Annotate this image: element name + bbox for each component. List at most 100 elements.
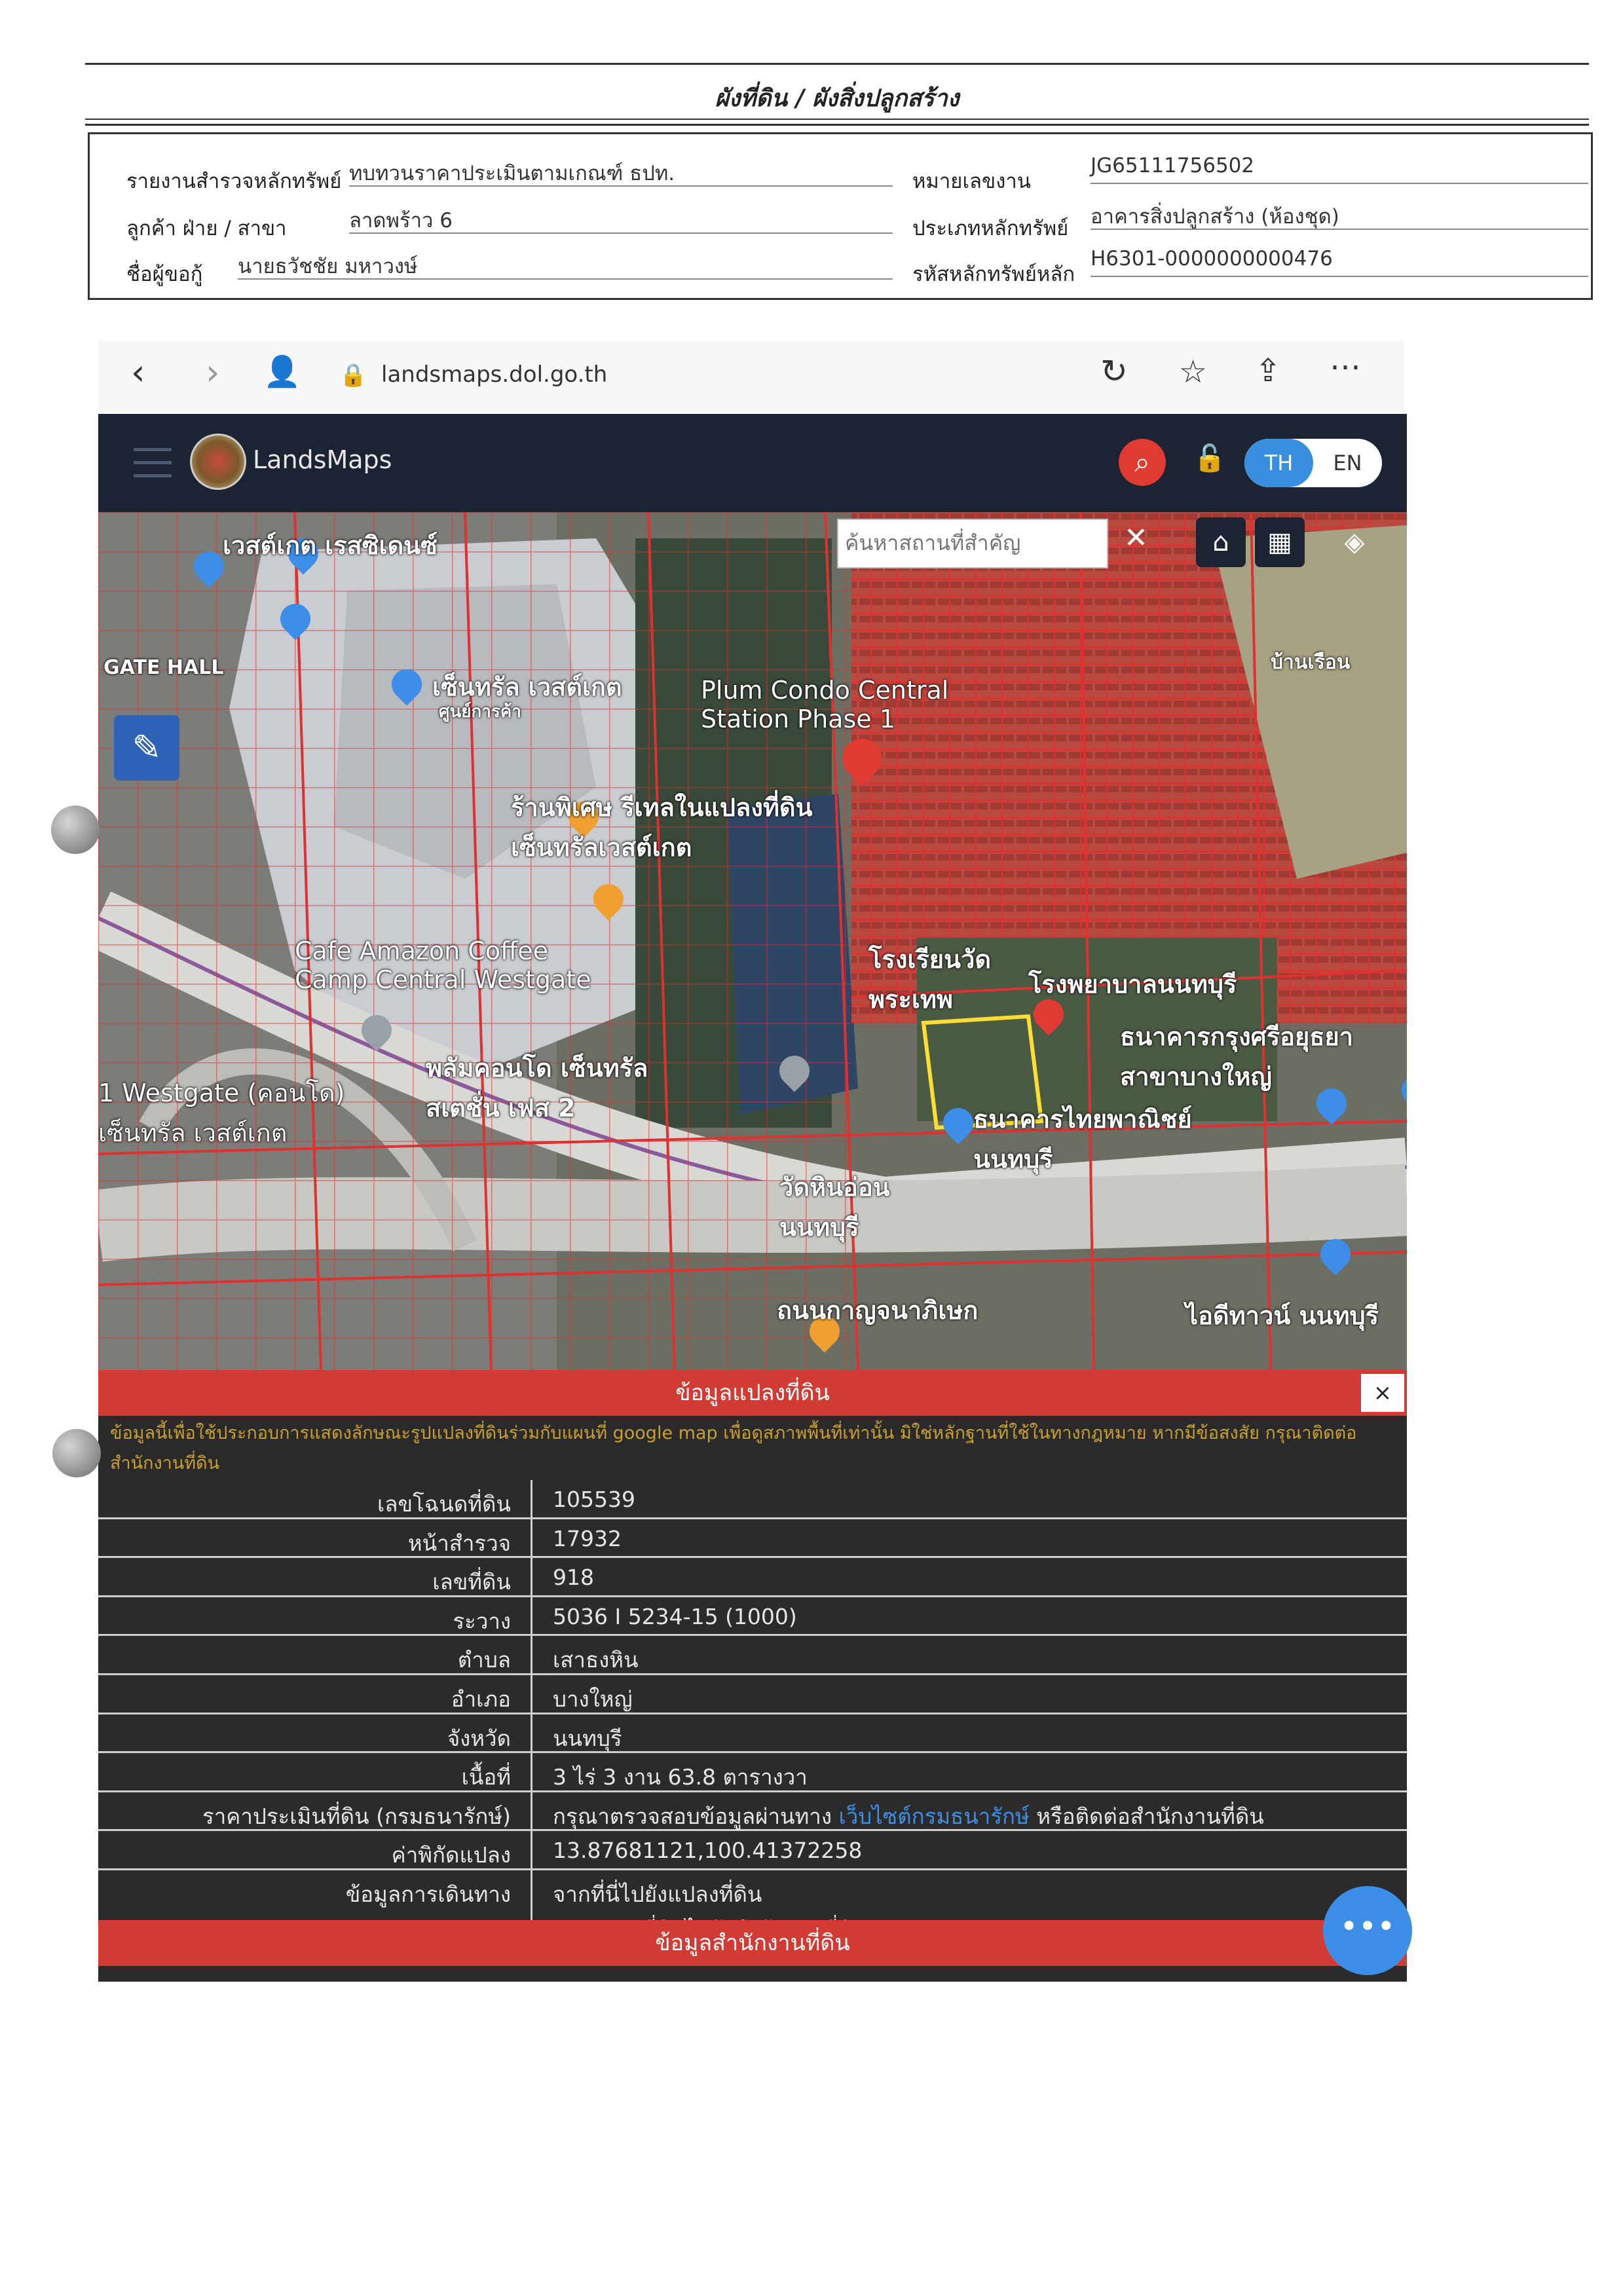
address-bar[interactable]: landsmaps.dol.go.th <box>381 361 607 388</box>
share-icon[interactable]: ⇪ <box>1255 355 1281 386</box>
grid-icon[interactable]: ▦ <box>1255 517 1305 567</box>
report-title: ผังที่ดิน / ผังสิ่งปลูกสร้าง <box>715 84 960 112</box>
asset-code-value: H6301-0000000000476 <box>1091 247 1588 277</box>
table-row: เลขที่ดิน 918 <box>98 1558 1407 1597</box>
row-value: 105539 <box>553 1487 635 1512</box>
parcel-info-title: ข้อมูลแปลงที่ดิน <box>675 1380 830 1406</box>
report-title-bar: ผังที่ดิน / ผังสิ่งปลูกสร้าง <box>85 63 1589 126</box>
job-number-value: JG65111756502 <box>1091 154 1588 184</box>
row-label: ระวาง <box>453 1608 511 1634</box>
survey-value: ทบทวนราคาประเมินตามเกณฑ์ ธปท. <box>349 157 893 187</box>
survey-label: รายงานสำรวจหลักทรัพย์ <box>126 170 342 193</box>
star-list-icon[interactable]: ☆ <box>1179 356 1207 388</box>
map-label: Cafe Amazon Coffee Camp Central Westgate <box>295 936 591 994</box>
map-label: เวสต์เกต เรสซิเดนซ์ <box>223 531 438 560</box>
map-label: วัดหินอ่อน นนทบุรี <box>779 1173 890 1242</box>
clear-search-icon[interactable]: ✕ <box>1124 521 1148 555</box>
table-row: อำเภอ บางใหญ่ <box>98 1675 1407 1714</box>
browser-toolbar: ‹ › 👤 🔒 landsmaps.dol.go.th ↻ ☆ ⇪ ⋯ <box>98 341 1404 413</box>
landsmaps-app: LandsMaps ⌕ 🔓 TH EN ค้นหาสถานที่สำคัญ ✕ … <box>98 414 1412 1999</box>
row-label: ข้อมูลการเดินทาง <box>345 1881 511 1907</box>
branch-label: ลูกค้า ฝ่าย / สาขา <box>126 217 287 240</box>
punch-hole <box>51 805 100 854</box>
satellite-map[interactable]: ✕ ⌂ ▦ ◈ ✎ เวสต์เกต เรสซิเดนซ์ GATE HALL … <box>98 512 1407 1370</box>
more-options-button[interactable]: ••• <box>1323 1886 1412 1975</box>
row-value: 3 ไร่ 3 งาน 63.8 ตารางวา <box>553 1764 808 1790</box>
asset-type-value: อาคารสิ่งปลูกสร้าง (ห้องชุด) <box>1091 200 1588 230</box>
row-value: นนทบุรี <box>553 1725 622 1751</box>
disclaimer-text: ข้อมูลนี้เพื่อใช้ประกอบการแสดงลักษณะรูปแ… <box>98 1416 1407 1480</box>
map-label: ร้านพิเศษ รีเทลในแปลงที่ดิน เซ็นทรัลเวสต… <box>511 793 813 862</box>
measure-tool-icon[interactable]: ✎ <box>114 715 179 781</box>
report-info-box: รายงานสำรวจหลักทรัพย์ ทบทวนราคาประเมินตา… <box>88 132 1593 300</box>
map-search-input[interactable] <box>844 520 1102 566</box>
reload-icon[interactable]: ↻ <box>1100 355 1128 388</box>
map-label: ศูนย์การค้า <box>439 702 521 722</box>
chevron-right-icon[interactable]: › <box>206 355 220 390</box>
row-label: ค่าพิกัดแปลง <box>391 1842 511 1868</box>
more-horizontal-icon[interactable]: ⋯ <box>1330 351 1361 382</box>
job-number-label: หมายเลขงาน <box>912 170 1031 193</box>
row-value: 17932 <box>553 1525 622 1551</box>
app-navbar: LandsMaps ⌕ 🔓 TH EN <box>98 414 1407 512</box>
table-row: หน้าสำรวจ 17932 <box>98 1519 1407 1559</box>
asset-type-label: ประเภทหลักทรัพย์ <box>912 217 1069 240</box>
map-label: Plum Condo Central Station Phase 1 <box>701 676 949 733</box>
lock-icon[interactable]: 🔓 <box>1193 443 1226 473</box>
row-label: เนื้อที่ <box>461 1764 511 1790</box>
punch-hole <box>52 1429 101 1477</box>
table-row: เลขโฉนดที่ดิน 105539 <box>98 1480 1407 1519</box>
map-label: โรงพยาบาลนนทบุรี <box>1028 970 1237 999</box>
row-label: ตำบล <box>457 1647 511 1673</box>
row-value: เสาธงหิน <box>553 1647 639 1673</box>
land-office-title: ข้อมูลสำนักงานที่ดิน <box>655 1930 850 1956</box>
row-value-text: หรือติดต่อสำนักงานที่ดิน <box>1029 1803 1264 1829</box>
table-row: เนื้อที่ 3 ไร่ 3 งาน 63.8 ตารางวา <box>98 1753 1407 1792</box>
map-label: ธนาคารกรุงศรีอยุธยา สาขาบางใหญ่ <box>1120 1022 1354 1091</box>
table-row: ระวาง 5036 I 5234-15 (1000) <box>98 1597 1407 1637</box>
person-icon[interactable]: 👤 <box>263 356 301 386</box>
title-divider <box>85 119 1589 120</box>
treasury-website-link[interactable]: เว็บไซต์กรมธนารักษ์ <box>838 1804 1029 1829</box>
row-label: เลขที่ดิน <box>432 1569 511 1595</box>
lock-site-icon: 🔒 <box>339 362 367 388</box>
map-label: ถนนกาญจนาภิเษก <box>777 1296 979 1325</box>
row-label: อำเภอ <box>451 1686 511 1712</box>
layers-icon[interactable]: ◈ <box>1330 517 1379 567</box>
table-row: ค่าพิกัดแปลง 13.87681121,100.41372258 <box>98 1831 1407 1870</box>
coordinates-link[interactable]: 13.87681121,100.41372258 <box>553 1838 862 1863</box>
chevron-left-icon[interactable]: ‹ <box>131 355 145 390</box>
map-label: พลัมคอนโด เซ็นทรัล สเตชั่น เฟส 2 <box>426 1054 648 1122</box>
table-row: จังหวัด นนทบุรี <box>98 1714 1407 1754</box>
parcel-info-header: ข้อมูลแปลงที่ดิน × <box>98 1370 1407 1416</box>
table-row: ราคาประเมินที่ดิน (กรมธนารักษ์) กรุณาตรว… <box>98 1792 1407 1832</box>
row-value: กรุณาตรวจสอบข้อมูลผ่านทาง เว็บไซต์กรมธนา… <box>553 1799 1264 1834</box>
close-icon[interactable]: × <box>1361 1374 1404 1412</box>
lang-en-button[interactable]: EN <box>1313 439 1382 487</box>
map-label: GATE HALL <box>103 656 224 679</box>
search-icon[interactable]: ⌕ <box>1119 439 1166 486</box>
map-search-field[interactable] <box>837 519 1108 568</box>
map-label: ธนาคารไทยพาณิชย์ นนทบุรี <box>973 1105 1192 1174</box>
map-label: ไอดีทาวน์ นนทบุรี <box>1185 1301 1379 1330</box>
parcel-info-table: เลขโฉนดที่ดิน 105539 หน้าสำรวจ 17932 เลขที… <box>98 1480 1407 1946</box>
row-value: 5036 I 5234-15 (1000) <box>553 1603 797 1629</box>
row-value: บางใหญ่ <box>553 1686 633 1712</box>
home-icon[interactable]: ⌂ <box>1196 517 1246 567</box>
borrower-value: นายธวัชชัย มหาวงษ์ <box>238 250 893 280</box>
dol-logo <box>190 434 246 490</box>
row-label: จังหวัด <box>447 1725 511 1751</box>
map-label: บ้านเรือน <box>1271 651 1351 674</box>
directions-to-parcel-link[interactable]: จากที่นี่ไปยังแปลงที่ดิน <box>553 1877 762 1912</box>
row-label: หน้าสำรวจ <box>407 1530 511 1556</box>
row-label: เลขโฉนดที่ดิน <box>377 1491 511 1517</box>
row-value-text: กรุณาตรวจสอบข้อมูลผ่านทาง <box>553 1803 839 1829</box>
borrower-label: ชื่อผู้ขอกู้ <box>126 263 203 286</box>
language-toggle[interactable]: TH EN <box>1244 439 1382 487</box>
brand-name: LandsMaps <box>253 445 392 474</box>
row-value: 918 <box>553 1565 594 1591</box>
land-office-row <box>98 1966 1407 1982</box>
land-office-header: ข้อมูลสำนักงานที่ดิน <box>98 1920 1407 1966</box>
lang-th-button[interactable]: TH <box>1244 439 1313 487</box>
asset-code-label: รหัสหลักทรัพย์หลัก <box>912 263 1075 286</box>
